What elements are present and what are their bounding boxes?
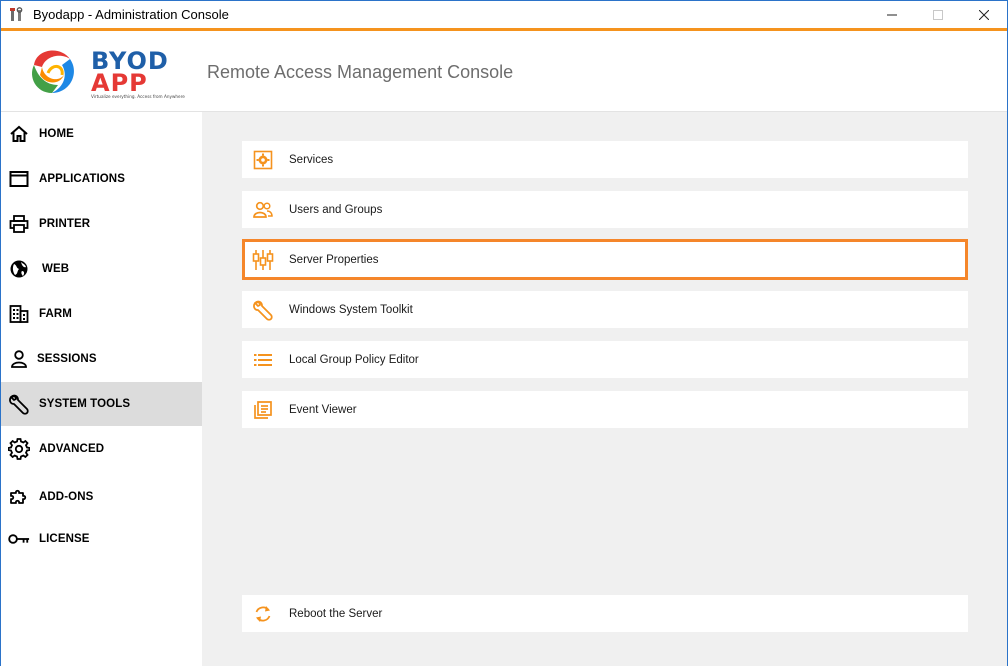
page-title: Remote Access Management Console [207,62,514,82]
close-button[interactable] [961,1,1007,28]
sidebar-item-applications[interactable]: APPLICATIONS [1,157,202,201]
sidebar-item-farm[interactable]: FARM [1,292,202,336]
tool-services[interactable]: Services [242,141,968,178]
sidebar-item-label: FARM [39,308,72,320]
printer-icon [8,213,30,235]
sidebar-item-advanced[interactable]: ADVANCED [1,427,202,471]
puzzle-icon [8,486,30,508]
tool-label: Reboot the Server [289,607,383,620]
logo-tagline: Virtualize everything. Access from Anywh… [91,94,185,99]
sidebar-item-label: SESSIONS [37,353,97,365]
tool-label: Windows System Toolkit [289,303,413,316]
gear-icon [8,438,30,460]
user-icon [8,348,30,370]
key-icon [8,528,30,550]
sidebar-item-label: PRINTER [39,218,91,230]
home-icon [8,123,30,145]
window-title: Byodapp - Administration Console [33,7,229,22]
tool-server-properties[interactable]: Server Properties [242,239,968,280]
sidebar-item-sessions[interactable]: SESSIONS [1,337,202,381]
sidebar-item-printer[interactable]: PRINTER [1,202,202,246]
tool-users-and-groups[interactable]: Users and Groups [242,191,968,228]
tool-windows-system-toolkit[interactable]: Windows System Toolkit [242,291,968,328]
tool-label: Local Group Policy Editor [289,353,419,366]
app-window: Byodapp - Administration Console BYOD AP… [0,0,1008,666]
sidebar-item-add-ons[interactable]: ADD-ONS [1,475,202,519]
maximize-button[interactable] [915,1,961,28]
tool-label: Server Properties [289,253,379,266]
tool-event-viewer[interactable]: Event Viewer [242,391,968,428]
building-icon [8,303,30,325]
wrench-icon [8,393,30,415]
title-bar[interactable]: Byodapp - Administration Console [1,1,1007,28]
sidebar-item-label: APPLICATIONS [39,173,125,185]
globe-icon [8,258,30,280]
sidebar-item-label: WEB [42,263,70,275]
sidebar-item-label: SYSTEM TOOLS [39,398,131,410]
logo-wordmark-bottom: APP [91,69,148,97]
sidebar: HOME APPLICATIONS PRINTER WEB FARM SESSI… [1,112,202,666]
refresh-icon [252,603,274,625]
document-list-icon [252,399,274,421]
tool-label: Users and Groups [289,203,383,216]
sidebar-item-label: ADVANCED [39,443,105,455]
window-icon [8,168,30,190]
services-gear-icon [252,149,274,171]
app-header: BYOD APP Virtualize everything. Access f… [1,31,1007,112]
tool-local-group-policy-editor[interactable]: Local Group Policy Editor [242,341,968,378]
users-icon [252,199,274,221]
sidebar-item-label: ADD-ONS [39,491,94,503]
sliders-icon [252,249,274,271]
wrench-icon [252,299,274,321]
sidebar-item-license[interactable]: LICENSE [1,517,202,561]
system-tools-panel: Services Users and Groups Server Propert… [202,112,1007,666]
sidebar-item-label: HOME [39,128,74,140]
sidebar-item-label: LICENSE [39,533,90,545]
app-tools-icon [9,6,25,23]
byodapp-logo: BYOD APP Virtualize everything. Access f… [27,41,187,101]
sidebar-item-system-tools[interactable]: SYSTEM TOOLS [1,382,202,426]
sidebar-item-home[interactable]: HOME [1,112,202,156]
tool-label: Services [289,153,334,166]
list-icon [252,349,274,371]
sidebar-item-web[interactable]: WEB [1,247,202,291]
minimize-button[interactable] [869,1,915,28]
reboot-server-button[interactable]: Reboot the Server [242,595,968,632]
tool-label: Event Viewer [289,403,357,416]
